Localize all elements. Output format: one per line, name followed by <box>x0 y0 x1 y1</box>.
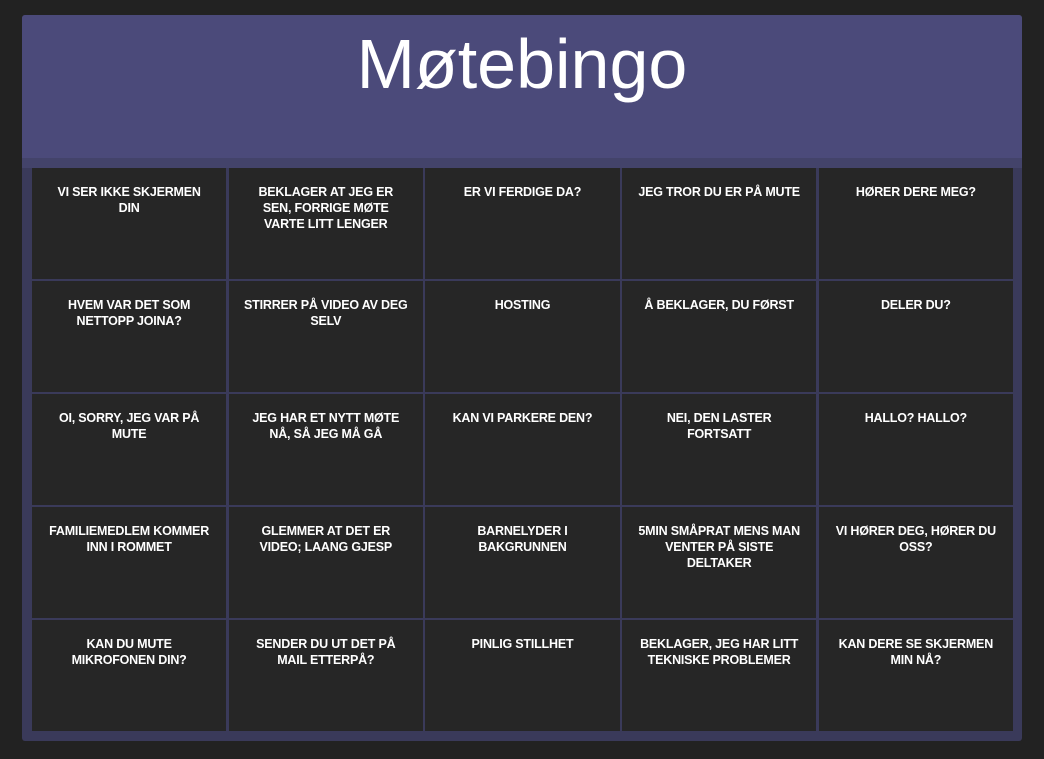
bingo-cell-2-4[interactable]: Å beklager, du først <box>622 281 817 392</box>
bingo-cell-4-2[interactable]: Glemmer at det er video; laang gjesp <box>228 507 423 618</box>
bingo-board: Møtebingo Vi ser ikke skjermen din Bekla… <box>22 15 1022 741</box>
bingo-cell-3-2[interactable]: Jeg har et nytt møte nå, så jeg må gå <box>228 394 423 505</box>
bingo-cell-2-1[interactable]: Hvem var det som nettopp joina? <box>32 281 227 392</box>
bingo-cell-2-2[interactable]: Stirrer på video av deg selv <box>228 281 423 392</box>
bingo-cell-1-2[interactable]: Beklager at jeg er sen, forrige møte var… <box>228 168 423 279</box>
bingo-cell-4-1[interactable]: Familiemedlem kommer inn i rommet <box>32 507 227 618</box>
bingo-cell-5-2[interactable]: Sender du ut det på mail etterpå? <box>228 620 423 731</box>
bingo-cell-3-4[interactable]: Nei, den laster fortsatt <box>622 394 817 505</box>
bingo-cell-1-5[interactable]: Hører dere meg? <box>818 168 1013 279</box>
bingo-cell-5-3[interactable]: Pinlig stillhet <box>425 620 620 731</box>
bingo-cell-2-3[interactable]: Hosting <box>425 281 620 392</box>
bingo-cell-3-3[interactable]: Kan vi parkere den? <box>425 394 620 505</box>
bingo-cell-5-1[interactable]: Kan du mute mikrofonen din? <box>32 620 227 731</box>
bingo-cell-1-1[interactable]: Vi ser ikke skjermen din <box>32 168 227 279</box>
bingo-cell-4-3[interactable]: Barnelyder i bakgrunnen <box>425 507 620 618</box>
page-title: Møtebingo <box>356 25 688 104</box>
bingo-cell-4-5[interactable]: Vi hører deg, hører du oss? <box>818 507 1013 618</box>
bingo-cell-1-4[interactable]: Jeg tror du er på mute <box>622 168 817 279</box>
bingo-cell-1-3[interactable]: Er vi ferdige da? <box>425 168 620 279</box>
header: Møtebingo <box>22 15 1022 168</box>
bingo-grid: Vi ser ikke skjermen din Beklager at jeg… <box>32 168 1013 731</box>
bingo-cell-2-5[interactable]: Deler du? <box>818 281 1013 392</box>
bingo-cell-4-4[interactable]: 5min småprat mens man venter på siste de… <box>622 507 817 618</box>
bingo-cell-3-1[interactable]: Oi, sorry, jeg var på mute <box>32 394 227 505</box>
bingo-cell-5-4[interactable]: Beklager, jeg har litt tekniske probleme… <box>622 620 817 731</box>
bingo-cell-3-5[interactable]: Hallo? Hallo? <box>818 394 1013 505</box>
bingo-cell-5-5[interactable]: Kan dere se skjermen min nå? <box>818 620 1013 731</box>
